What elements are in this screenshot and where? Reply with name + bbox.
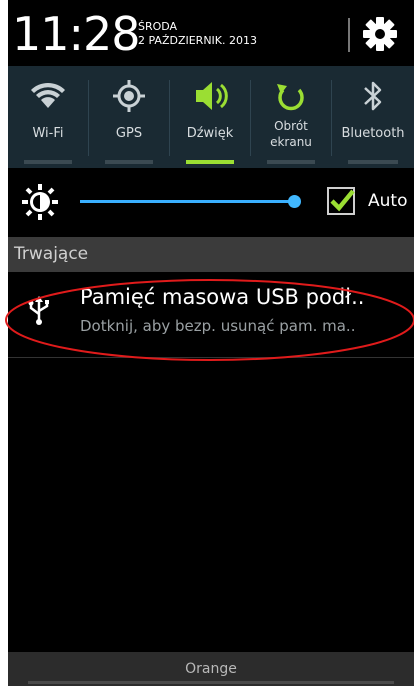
bluetooth-indicator [348,160,398,164]
toggle-wifi[interactable]: Wi-Fi [8,66,88,168]
notification-panel: 11:28 ŚRODA 2 PAŹDZIERNIK. 2013 Wi-Fi GP… [8,0,414,686]
date-label: 2 PAŹDZIERNIK. 2013 [138,34,258,47]
notification-title: Pamięć masowa USB podł.. [80,285,365,309]
rotate-icon [277,84,304,111]
status-header: 11:28 ŚRODA 2 PAŹDZIERNIK. 2013 [8,0,414,66]
gps-indicator [105,160,153,164]
auto-brightness-label: Auto [368,191,408,211]
carrier-label: Orange [185,661,237,677]
sound-label: Dźwięk [186,126,234,141]
toggle-bluetooth[interactable]: Bluetooth [332,66,414,168]
toggle-rotation[interactable]: Obrót ekranu [251,66,331,168]
usb-icon [28,296,49,325]
wifi-icon [31,82,65,108]
notification-divider [8,357,414,358]
brightness-slider-track[interactable] [80,200,294,203]
clock-time: 11:28 [12,7,141,61]
header-divider [348,18,350,52]
toggle-sound[interactable]: Dźwięk [170,66,250,168]
brightness-row: Auto [8,168,414,236]
usb-notification[interactable]: Pamięć masowa USB podł.. Dotknij, aby be… [8,272,414,358]
drag-handle[interactable] [28,681,394,684]
wifi-indicator [24,160,72,164]
section-title: Trwające [14,244,89,264]
sound-icon [196,82,228,110]
ongoing-section-header: Trwające [8,237,414,272]
settings-gear-icon[interactable] [360,14,400,54]
toggle-gps[interactable]: GPS [89,66,169,168]
sound-indicator [186,160,234,164]
rotation-label: Obrót ekranu [270,119,312,149]
date-block: ŚRODA 2 PAŹDZIERNIK. 2013 [138,20,257,48]
bluetooth-label: Bluetooth [341,126,405,141]
brightness-icon [22,184,58,220]
gps-icon [113,80,145,112]
bluetooth-icon [364,81,382,111]
quick-settings-bar: Wi-Fi GPS Dźwięk Obrót ekranu Bluetooth [8,66,414,168]
auto-brightness-checkbox[interactable] [326,186,356,216]
notification-subtitle: Dotknij, aby bezp. usunąć pam. ma.. [80,317,356,335]
carrier-footer: Orange [8,652,414,686]
day-label: ŚRODA [138,20,178,33]
brightness-slider-thumb[interactable] [288,195,301,208]
gps-label: GPS [115,126,143,141]
wifi-label: Wi-Fi [32,126,64,141]
rotation-indicator [267,160,315,164]
